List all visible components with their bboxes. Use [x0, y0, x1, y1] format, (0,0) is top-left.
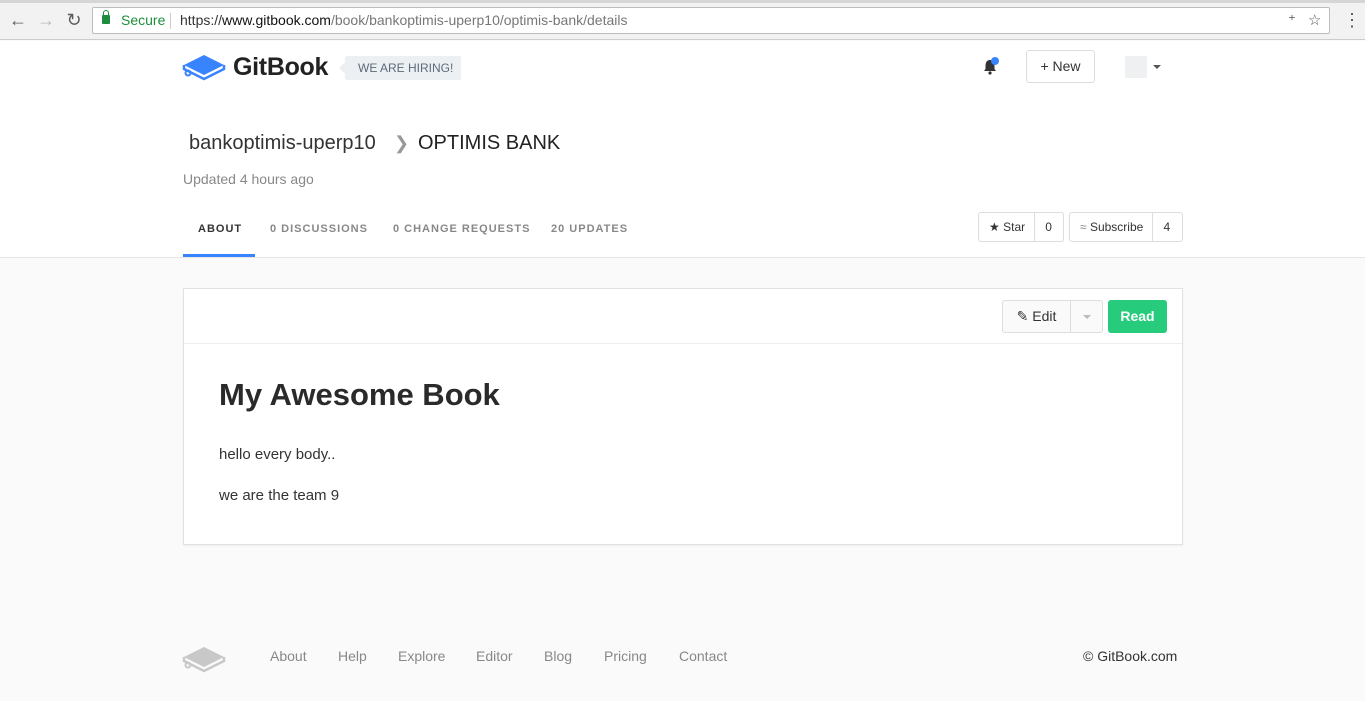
forward-icon[interactable]: → [36, 10, 56, 30]
url-host: www.gitbook.com [222, 12, 331, 28]
active-tab-indicator [183, 254, 255, 257]
footer-logo-icon[interactable] [182, 643, 226, 673]
subscribe-count: 4 [1163, 220, 1171, 234]
reload-icon[interactable]: ↻ [64, 10, 84, 30]
chevron-down-icon[interactable] [1153, 65, 1161, 69]
breadcrumb-book[interactable]: OPTIMIS BANK [418, 132, 560, 155]
subscribe-label: Subscribe [1089, 220, 1144, 234]
star-label: Star [1003, 220, 1026, 234]
edit-label: Edit [1032, 308, 1057, 324]
footer-link-contact[interactable]: Contact [679, 648, 727, 664]
star-button[interactable]: ★ Star 0 [978, 212, 1064, 242]
book-paragraph: hello every body.. [219, 446, 336, 463]
book-card: ✎ Edit Read My Awesome Book hello every … [183, 288, 1183, 545]
book-paragraph: we are the team 9 [219, 487, 340, 504]
star-count: 0 [1045, 220, 1052, 234]
brand-name[interactable]: GitBook [233, 53, 328, 82]
secure-label: Secure [121, 12, 166, 28]
lock-icon [102, 10, 110, 24]
site-header: GitBook WE ARE HIRING! + New bankoptimis… [0, 41, 1365, 258]
footer-link-explore[interactable]: Explore [398, 648, 445, 664]
omnibox-divider [170, 13, 171, 29]
footer-link-help[interactable]: Help [338, 648, 367, 664]
browser-menu-icon[interactable]: ⋮ [1343, 10, 1361, 30]
back-icon[interactable]: ← [8, 10, 28, 30]
updated-timestamp: Updated 4 hours ago [183, 171, 314, 187]
browser-toolbar: ← → ↻ Secure https://www.gitbook.com/boo… [0, 0, 1365, 40]
tab-updates[interactable]: 20 UPDATES [551, 223, 628, 235]
key-icon[interactable]: ⁺ [1288, 8, 1296, 33]
url-scheme: https:// [180, 12, 223, 28]
new-button-label: New [1052, 58, 1081, 74]
tab-about[interactable]: ABOUT [198, 223, 242, 235]
card-toolbar: ✎ Edit Read [184, 289, 1182, 344]
book-title: My Awesome Book [219, 377, 500, 412]
gitbook-logo-icon[interactable] [182, 51, 226, 81]
address-bar[interactable]: Secure https://www.gitbook.com/book/bank… [92, 7, 1330, 34]
edit-dropdown-button[interactable] [1070, 300, 1103, 333]
avatar[interactable] [1125, 56, 1147, 78]
read-button[interactable]: Read [1108, 300, 1167, 333]
subscribe-button[interactable]: ≈ Subscribe 4 [1069, 212, 1183, 242]
star-icon: ★ [989, 220, 1000, 234]
rss-icon: ≈ [1080, 220, 1087, 234]
copyright: © GitBook.com [1083, 648, 1178, 664]
footer-link-editor[interactable]: Editor [476, 648, 513, 664]
chevron-right-icon: ❯ [394, 133, 410, 153]
tab-change-requests[interactable]: 0 CHANGE REQUESTS [393, 223, 530, 235]
footer-link-pricing[interactable]: Pricing [604, 648, 647, 664]
tab-discussions[interactable]: 0 DISCUSSIONS [270, 223, 368, 235]
url-path: /book/bankoptimis-uperp10/optimis-bank/d… [330, 12, 628, 28]
bookmark-star-icon[interactable]: ☆ [1308, 8, 1321, 33]
notification-dot [991, 57, 999, 65]
breadcrumb-owner[interactable]: bankoptimis-uperp10 [189, 132, 376, 155]
pencil-icon: ✎ [1016, 308, 1029, 324]
tab-strip [0, 0, 1365, 3]
hiring-badge[interactable]: WE ARE HIRING! [338, 56, 462, 80]
edit-button[interactable]: ✎ Edit [1002, 300, 1070, 333]
plus-icon: + [1040, 58, 1053, 74]
new-button[interactable]: + New [1026, 50, 1095, 83]
url-text[interactable]: https://www.gitbook.com/book/bankoptimis… [180, 8, 627, 33]
footer-link-about[interactable]: About [270, 648, 307, 664]
footer-link-blog[interactable]: Blog [544, 648, 572, 664]
